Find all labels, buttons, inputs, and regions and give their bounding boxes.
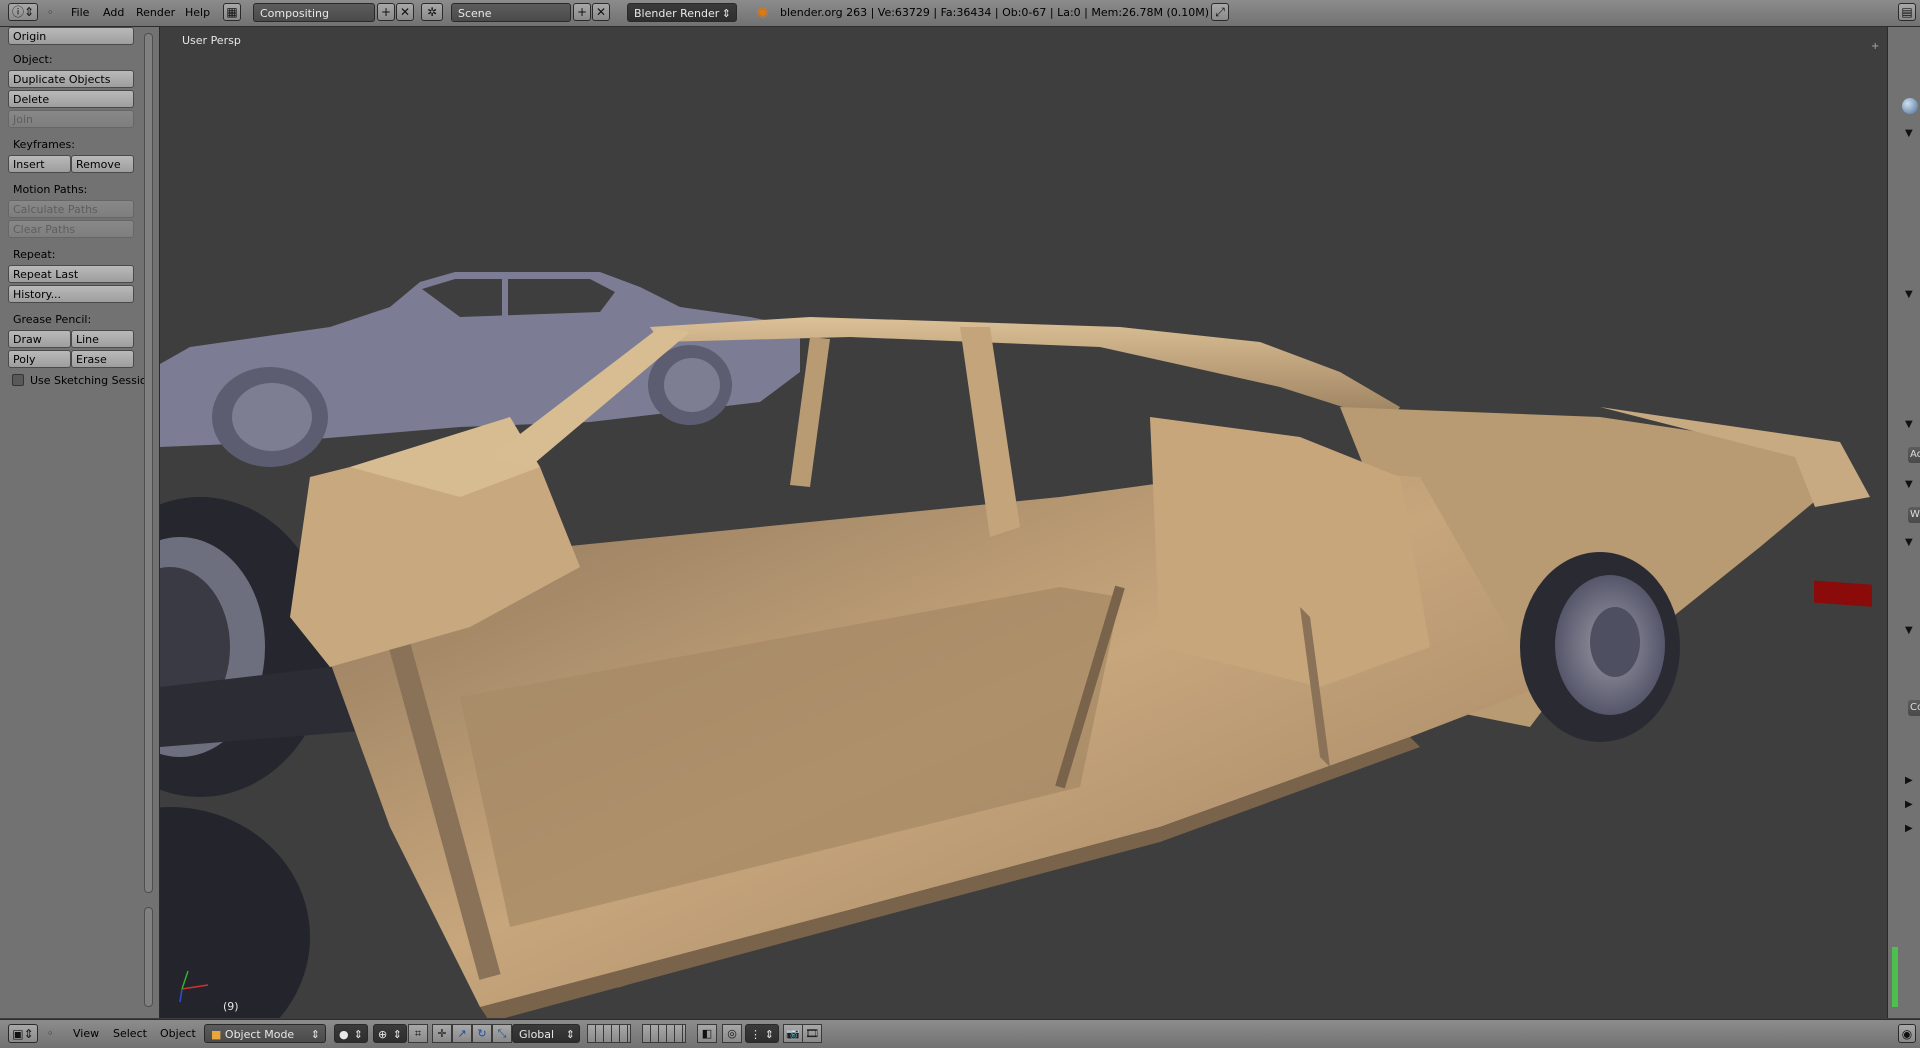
repeat-last-button[interactable]: Repeat Last — [8, 265, 134, 283]
properties-scrollbar[interactable] — [1892, 947, 1898, 1007]
manipulator-toggle-icon[interactable]: ✛ — [432, 1024, 452, 1043]
expand-triangle-icon[interactable]: ▶ — [1905, 823, 1913, 834]
scene-field[interactable]: Scene — [451, 3, 571, 22]
info-editor-type-icon[interactable]: ⓘ⇕ — [8, 3, 38, 21]
opengl-render-image-icon[interactable]: 📷 — [783, 1024, 803, 1043]
shelf-scrollbar-lower[interactable] — [144, 907, 153, 1007]
chevron-updown-icon: ⇕ — [310, 1028, 320, 1041]
viewport-scene — [160, 272, 1872, 1018]
status-text: blender.org 263 | Ve:63729 | Fa:36434 | … — [780, 6, 1210, 19]
sketching-session-label: Use Sketching Sessio — [30, 374, 147, 387]
poly-button[interactable]: Poly — [8, 350, 71, 368]
rear-wheel — [1520, 552, 1680, 742]
taillight — [1814, 580, 1872, 607]
current-frame-label: (9) — [223, 1000, 239, 1013]
expand-triangle-icon[interactable]: ▶ — [1905, 799, 1913, 810]
opengl-render-anim-icon[interactable]: 🎞 — [802, 1024, 822, 1043]
pivot-point-select[interactable]: ⊕ ⇕ — [373, 1024, 407, 1043]
delete-scene-button[interactable]: ✕ — [592, 3, 610, 21]
blender-logo-icon: ◉ — [757, 5, 769, 20]
render-engine-label: Blender Render — [634, 7, 720, 20]
snap-element-select[interactable]: ⋮ ⇕ — [745, 1024, 779, 1043]
viewport-header: ▣⇕ ◦ View Select Object ■ Object Mode ⇕ … — [0, 1019, 1920, 1048]
fullscreen-icon[interactable]: ⤢ — [1211, 3, 1229, 21]
draw-button[interactable]: Draw — [8, 330, 71, 348]
collapse-menu-icon[interactable]: ◦ — [47, 1024, 54, 1043]
menu-select[interactable]: Select — [110, 1024, 150, 1043]
add-scene-button[interactable]: + — [573, 3, 591, 21]
menu-render[interactable]: Render — [133, 3, 178, 22]
scene-layers-grid-2[interactable] — [642, 1024, 686, 1043]
clear-paths-button[interactable]: Clear Paths — [8, 220, 134, 238]
world-icon[interactable] — [1902, 98, 1918, 114]
top-header: ⓘ⇕ ◦ File Add Render Help ▦ Compositing … — [0, 0, 1920, 27]
rotate-manipulator-icon[interactable]: ↻ — [472, 1024, 492, 1043]
selected-only-icon[interactable]: ⌗ — [408, 1024, 428, 1043]
menu-file[interactable]: File — [68, 3, 92, 22]
insert-keyframe-button[interactable]: Insert — [8, 155, 71, 173]
delete-button[interactable]: Delete — [8, 90, 134, 108]
object-mode-icon: ■ — [211, 1028, 222, 1041]
screen-layout-icon[interactable]: ▦ — [223, 3, 241, 21]
chevron-updown-icon: ⇕ — [721, 7, 731, 20]
orientation-label: Global — [519, 1028, 555, 1041]
view-perspective-label: User Persp — [182, 34, 241, 47]
repeat-heading: Repeat: — [13, 248, 56, 261]
line-button[interactable]: Line — [71, 330, 134, 348]
menu-add[interactable]: Add — [100, 3, 127, 22]
panel-field-ac[interactable]: Ac — [1908, 447, 1920, 463]
render-engine-select[interactable]: Blender Render ⇕ — [627, 3, 737, 22]
scale-manipulator-icon[interactable]: ⤡ — [492, 1024, 512, 1043]
scene-layers-grid-1[interactable] — [587, 1024, 631, 1043]
collapse-triangle-icon[interactable]: ▼ — [1905, 128, 1913, 139]
screen-layout-field[interactable]: Compositing — [253, 3, 375, 22]
collapse-triangle-icon[interactable]: ▼ — [1905, 419, 1913, 430]
delete-screen-button[interactable]: ✕ — [396, 3, 414, 21]
duplicate-objects-button[interactable]: Duplicate Objects — [8, 70, 134, 88]
add-screen-button[interactable]: + — [377, 3, 395, 21]
erase-button[interactable]: Erase — [71, 350, 134, 368]
remove-keyframe-button[interactable]: Remove — [71, 155, 134, 173]
properties-panel-strip: ▼ ▼ ▼ Ac ▼ W ▼ ▼ Co ▶ ▶ ▶ — [1887, 27, 1920, 1018]
collapse-triangle-icon[interactable]: ▼ — [1905, 479, 1913, 490]
menu-help[interactable]: Help — [182, 3, 213, 22]
collapse-triangle-icon[interactable]: ▼ — [1905, 537, 1913, 548]
mode-select[interactable]: ■ Object Mode ⇕ — [204, 1024, 326, 1043]
sketching-session-checkbox[interactable] — [12, 374, 24, 386]
tool-shelf: Origin Object: Duplicate Objects Delete … — [0, 27, 160, 1018]
properties-editor-type-icon[interactable]: ◉ — [1898, 1024, 1916, 1043]
origin-button[interactable]: Origin — [8, 27, 134, 45]
keyframes-heading: Keyframes: — [13, 138, 75, 151]
menu-object[interactable]: Object — [157, 1024, 199, 1043]
editor-type-icon[interactable]: ▣⇕ — [8, 1024, 38, 1043]
mode-label: Object Mode — [224, 1028, 295, 1041]
3d-viewport[interactable]: User Persp (9) + — [160, 27, 1887, 1018]
expand-triangle-icon[interactable]: ▶ — [1905, 775, 1913, 786]
lock-layers-icon[interactable]: ◧ — [697, 1024, 717, 1043]
properties-editor-icon[interactable]: ▤ — [1898, 3, 1916, 21]
collapse-menu-icon[interactable]: ◦ — [47, 3, 54, 22]
collapse-triangle-icon[interactable]: ▼ — [1905, 625, 1913, 636]
proportional-edit-icon[interactable]: ◎ — [722, 1024, 742, 1043]
motion-paths-heading: Motion Paths: — [13, 183, 88, 196]
history-button[interactable]: History... — [8, 285, 134, 303]
region-expand-icon[interactable]: + — [1871, 41, 1879, 52]
menu-view[interactable]: View — [70, 1024, 102, 1043]
collapse-triangle-icon[interactable]: ▼ — [1905, 289, 1913, 300]
scene-icon[interactable]: ✲ — [421, 3, 443, 21]
shelf-scrollbar[interactable] — [144, 33, 153, 893]
join-button[interactable]: Join — [8, 110, 134, 128]
grease-pencil-heading: Grease Pencil: — [13, 313, 92, 326]
chevron-updown-icon: ⇕ — [565, 1028, 575, 1041]
translate-manipulator-icon[interactable]: ↗ — [452, 1024, 472, 1043]
panel-field-w[interactable]: W — [1908, 507, 1920, 523]
calculate-paths-button[interactable]: Calculate Paths — [8, 200, 134, 218]
object-heading: Object: — [13, 53, 53, 66]
viewport-shading-select[interactable]: ● ⇕ — [334, 1024, 368, 1043]
transform-orientation-select[interactable]: Global ⇕ — [512, 1024, 580, 1043]
panel-field-co[interactable]: Co — [1908, 700, 1920, 716]
